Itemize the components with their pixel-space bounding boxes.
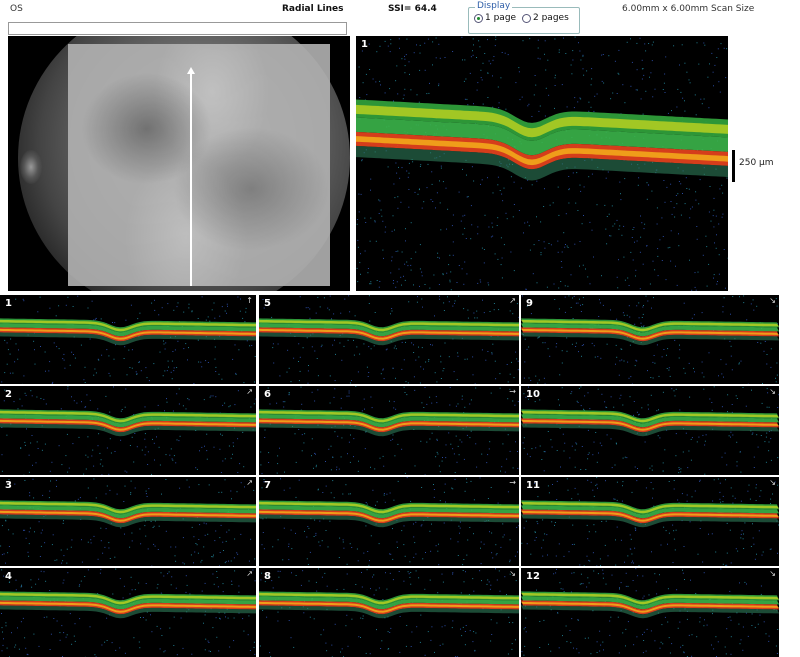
bscan-thumbnail-6[interactable]: 6 → xyxy=(259,386,519,475)
scan-direction-icon: ↘ xyxy=(769,478,776,487)
eye-label: OS xyxy=(10,4,23,14)
scan-number: 8 xyxy=(264,571,271,582)
scan-number: 10 xyxy=(526,389,540,400)
bscan-image xyxy=(356,36,728,291)
bscan-image xyxy=(259,568,519,657)
scan-number: 7 xyxy=(264,480,271,491)
scale-bar xyxy=(732,150,735,182)
scan-number: 5 xyxy=(264,298,271,309)
fundus-toolbar-strip xyxy=(8,22,347,35)
scan-direction-icon: ↗ xyxy=(246,387,253,396)
bscan-image xyxy=(259,477,519,566)
bscan-image xyxy=(521,386,779,475)
scan-direction-icon: ↗ xyxy=(509,296,516,305)
scan-direction-icon: ↘ xyxy=(769,296,776,305)
bscan-thumbnail-1[interactable]: 1 ↑ xyxy=(0,295,256,384)
bscan-thumbnail-7[interactable]: 7 → xyxy=(259,477,519,566)
fundus-image[interactable] xyxy=(8,36,350,291)
bscan-image xyxy=(0,478,256,566)
bscan-image xyxy=(259,386,519,475)
radio-selected-icon[interactable] xyxy=(474,13,483,23)
bscan-image xyxy=(521,477,779,566)
scan-number: 2 xyxy=(5,389,12,400)
signal-strength-index: SSI= 64.4 xyxy=(388,4,437,14)
scan-number: 1 xyxy=(5,298,12,309)
scan-size-label: 6.00mm x 6.00mm Scan Size xyxy=(622,4,755,14)
scan-number: 12 xyxy=(526,571,540,582)
scale-label: 250 µm xyxy=(739,158,774,168)
bscan-thumbnail-2[interactable]: 2 ↗ xyxy=(0,386,256,475)
scan-direction-arrow-icon xyxy=(187,67,195,74)
scan-region xyxy=(68,44,330,286)
radio-label: 1 page xyxy=(485,13,517,23)
scan-direction-icon: ↗ xyxy=(246,569,253,578)
scan-number: 3 xyxy=(5,480,12,491)
main-bscan[interactable]: 1 xyxy=(356,36,728,291)
scan-line[interactable] xyxy=(190,72,192,286)
scan-number: 11 xyxy=(526,480,540,491)
bscan-image xyxy=(0,386,256,475)
scan-number: 4 xyxy=(5,571,12,582)
radio-label: 2 pages xyxy=(533,13,569,23)
bscan-thumbnail-8[interactable]: 8 ↘ xyxy=(259,568,519,657)
main-scan-number: 1 xyxy=(361,39,368,50)
scan-pattern-title: Radial Lines xyxy=(282,4,344,14)
bscan-thumbnail-5[interactable]: 5 ↗ xyxy=(259,295,519,384)
optic-disc xyxy=(20,150,42,184)
bscan-thumbnail-11[interactable]: 11 ↘ xyxy=(521,477,779,566)
bscan-thumbnail-3[interactable]: 3 ↗ xyxy=(0,477,256,566)
display-legend: Display xyxy=(475,1,513,11)
bscan-image xyxy=(0,568,256,657)
bscan-thumbnail-9[interactable]: 9 ↘ xyxy=(521,295,779,384)
scan-direction-icon: ↘ xyxy=(769,387,776,396)
bscan-image xyxy=(0,295,256,384)
scan-direction-icon: ↘ xyxy=(769,569,776,578)
bscan-thumbnail-12[interactable]: 12 ↘ xyxy=(521,568,779,657)
display-option-1-page[interactable]: 1 page xyxy=(474,13,516,23)
radio-unselected-icon[interactable] xyxy=(522,13,531,23)
scan-direction-icon: ↗ xyxy=(246,478,253,487)
bscan-image xyxy=(259,295,519,384)
bscan-image xyxy=(521,295,779,384)
scan-direction-icon: ↑ xyxy=(246,296,253,305)
scan-number: 9 xyxy=(526,298,533,309)
scan-direction-icon: → xyxy=(509,478,516,487)
scan-number: 6 xyxy=(264,389,271,400)
scan-direction-icon: ↘ xyxy=(509,569,516,578)
bscan-image xyxy=(521,568,779,657)
scan-direction-icon: → xyxy=(509,387,516,396)
display-option-2-pages[interactable]: 2 pages xyxy=(522,13,569,23)
bscan-thumbnail-10[interactable]: 10 ↘ xyxy=(521,386,779,475)
bscan-thumbnail-4[interactable]: 4 ↗ xyxy=(0,568,256,657)
